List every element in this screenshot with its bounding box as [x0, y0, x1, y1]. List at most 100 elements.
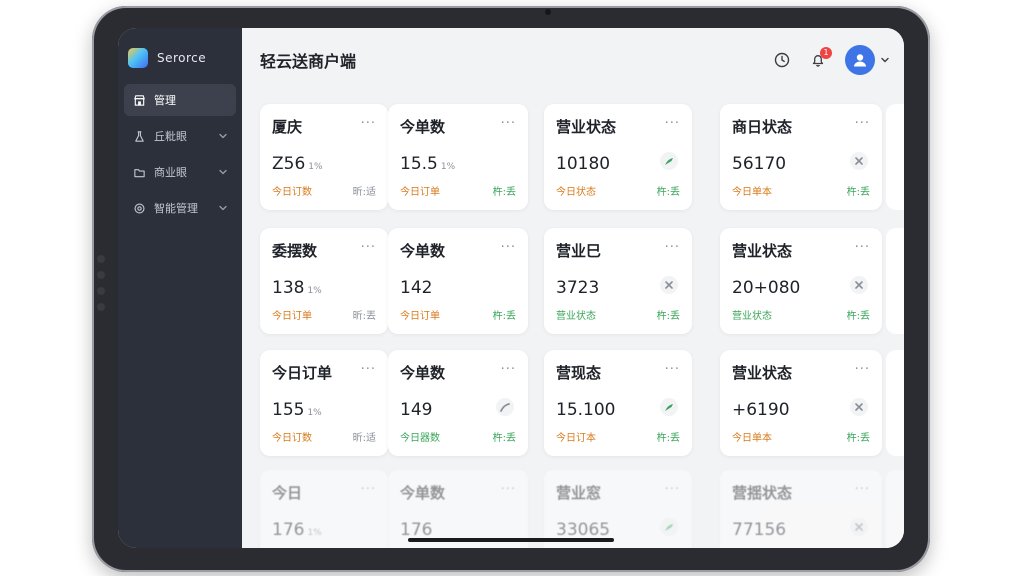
sidebar: Serorce 管理丘粃眼商业眼智能管理: [118, 28, 242, 548]
brand-name: Serorce: [157, 51, 207, 65]
card-footer-status: 杵:丢: [846, 187, 870, 198]
more-icon[interactable]: ···: [361, 362, 376, 377]
card-footer-status: 杵:丢: [846, 433, 870, 444]
more-icon[interactable]: ···: [665, 240, 680, 255]
brand[interactable]: Serorce: [118, 46, 242, 70]
stat-card[interactable]: 今单数 ··· 15.5 1% 今日订单 杵:丢: [388, 104, 528, 210]
card-footer-status: 杵:丢: [492, 433, 516, 444]
card-value: 56170: [732, 154, 787, 174]
more-icon[interactable]: ···: [501, 116, 516, 131]
more-icon[interactable]: ···: [361, 240, 376, 255]
bell-icon[interactable]: 1: [807, 47, 832, 71]
more-icon[interactable]: ···: [855, 482, 870, 497]
trend-icon: [496, 398, 514, 416]
sidebar-item-label: 管理: [154, 94, 176, 107]
chevron-down-icon[interactable]: [218, 131, 228, 141]
chevron-down-icon[interactable]: [218, 167, 228, 177]
card-unit: 1%: [307, 408, 322, 418]
tablet-side-buttons: [97, 255, 105, 319]
stat-card[interactable]: 营业状态 ··· +6190 今日单本 杵:丢: [720, 350, 882, 456]
stat-card[interactable]: 营业巳 ··· 3723 营业状态 杵:丢: [544, 228, 692, 334]
folder-icon: [132, 165, 146, 179]
card-footer: 今日订数 昕:适: [272, 429, 376, 444]
card-footer-status: 杵:丢: [656, 433, 680, 444]
more-icon[interactable]: ···: [665, 116, 680, 131]
card-footer-label: 今日器数: [400, 433, 440, 444]
more-icon[interactable]: ···: [855, 240, 870, 255]
stat-card[interactable]: 今单数 ··· 142 今日订单 杵:丢: [388, 228, 528, 334]
card-footer-label: 今日订单: [400, 187, 440, 198]
chevron-down-icon[interactable]: [218, 203, 228, 213]
card-title: 商日状态: [732, 118, 793, 136]
chevron-down-icon[interactable]: [880, 55, 890, 65]
trend-icon: [660, 398, 678, 416]
card-footer: 今日单本 杵:丢: [732, 183, 870, 198]
card-unit: 1%: [307, 528, 322, 538]
more-icon[interactable]: ···: [361, 482, 376, 497]
card-footer: 今日状态 杵:丢: [556, 183, 680, 198]
stat-card[interactable]: 委摆数 ··· 138 1% 今日订单 昕:丟: [260, 228, 388, 334]
card-footer: 营业状态 杵:丢: [556, 307, 680, 322]
avatar[interactable]: [845, 45, 875, 75]
card-footer: 今日订单 昕:丟: [272, 307, 376, 322]
trend-icon: [850, 152, 868, 170]
card-footer-status: 昕:适: [352, 433, 376, 444]
card-footer: 今日单本 杵:丢: [732, 429, 870, 444]
stat-card[interactable]: 营业状态 ··· 10180 今日状态 杵:丢: [544, 104, 692, 210]
stat-card-partial: [886, 470, 904, 548]
more-icon[interactable]: ···: [501, 362, 516, 377]
sidebar-item-1[interactable]: 丘粃眼: [124, 120, 236, 152]
card-value: Z56 1%: [272, 154, 323, 174]
stat-card[interactable]: 今单数 ··· 149 今日器数 杵:丢: [388, 350, 528, 456]
card-title: 营业状态: [732, 364, 793, 382]
card-footer-label: 今日订数: [272, 433, 312, 444]
more-icon[interactable]: ···: [361, 116, 376, 131]
topbar: 轻云送商户端 1: [242, 28, 904, 92]
settings-icon: [132, 201, 146, 215]
stat-card-partial: [886, 350, 904, 456]
card-title: 营业状态: [732, 242, 793, 260]
card-footer-label: 营业状态: [556, 311, 596, 322]
more-icon[interactable]: ···: [501, 240, 516, 255]
sidebar-item-3[interactable]: 智能管理: [124, 192, 236, 224]
card-title: 营业窓: [556, 484, 602, 502]
stat-card[interactable]: 营现态 ··· 15.100 今日订本 杵:丢: [544, 350, 692, 456]
sidebar-nav: 管理丘粃眼商业眼智能管理: [118, 84, 242, 224]
trend-icon: [850, 276, 868, 294]
stat-card[interactable]: 今日 ··· 176 1%: [260, 470, 388, 548]
tablet-screen: Serorce 管理 丘粃眼 商业眼 智能管理 轻云送商户端 1 厦庆 ··· Z56 1%…: [118, 28, 904, 548]
more-icon[interactable]: ···: [855, 116, 870, 131]
stat-card[interactable]: 营业状态 ··· 20+080 营业状态 杵:丢: [720, 228, 882, 334]
card-value: 20+080: [732, 278, 801, 298]
page-title: 轻云送商户端: [260, 52, 357, 71]
trend-icon: [850, 518, 868, 536]
sidebar-item-2[interactable]: 商业眼: [124, 156, 236, 188]
stat-card[interactable]: 今日订单 ··· 155 1% 今日订数 昕:适: [260, 350, 388, 456]
trend-icon: [660, 276, 678, 294]
more-icon[interactable]: ···: [855, 362, 870, 377]
trend-icon: [660, 152, 678, 170]
card-footer: 今日订数 昕:适: [272, 183, 376, 198]
card-value: 77156: [732, 520, 787, 540]
store-icon: [132, 93, 146, 107]
card-title: 今单数: [400, 364, 446, 382]
card-value: 176: [400, 520, 433, 540]
stat-card[interactable]: 商日状态 ··· 56170 今日单本 杵:丢: [720, 104, 882, 210]
more-icon[interactable]: ···: [665, 362, 680, 377]
stat-card[interactable]: 厦庆 ··· Z56 1% 今日订数 昕:适: [260, 104, 388, 210]
card-value: 155 1%: [272, 400, 322, 420]
clock-icon[interactable]: [771, 49, 793, 71]
home-indicator[interactable]: [408, 538, 614, 542]
card-value: +6190: [732, 400, 790, 420]
sidebar-item-0[interactable]: 管理: [124, 84, 236, 116]
card-footer-label: 今日状态: [556, 187, 596, 198]
card-title: 今单数: [400, 484, 446, 502]
card-footer: 营业状态 杵:丢: [732, 307, 870, 322]
more-icon[interactable]: ···: [665, 482, 680, 497]
more-icon[interactable]: ···: [501, 482, 516, 497]
card-unit: 1%: [440, 162, 456, 172]
stat-card[interactable]: 营揺状态 ··· 77156: [720, 470, 882, 548]
stat-card[interactable]: 营业窓 ··· 33065: [544, 470, 692, 548]
card-footer-label: 今日单本: [732, 187, 772, 198]
stat-card[interactable]: 今单数 ··· 176: [388, 470, 528, 548]
